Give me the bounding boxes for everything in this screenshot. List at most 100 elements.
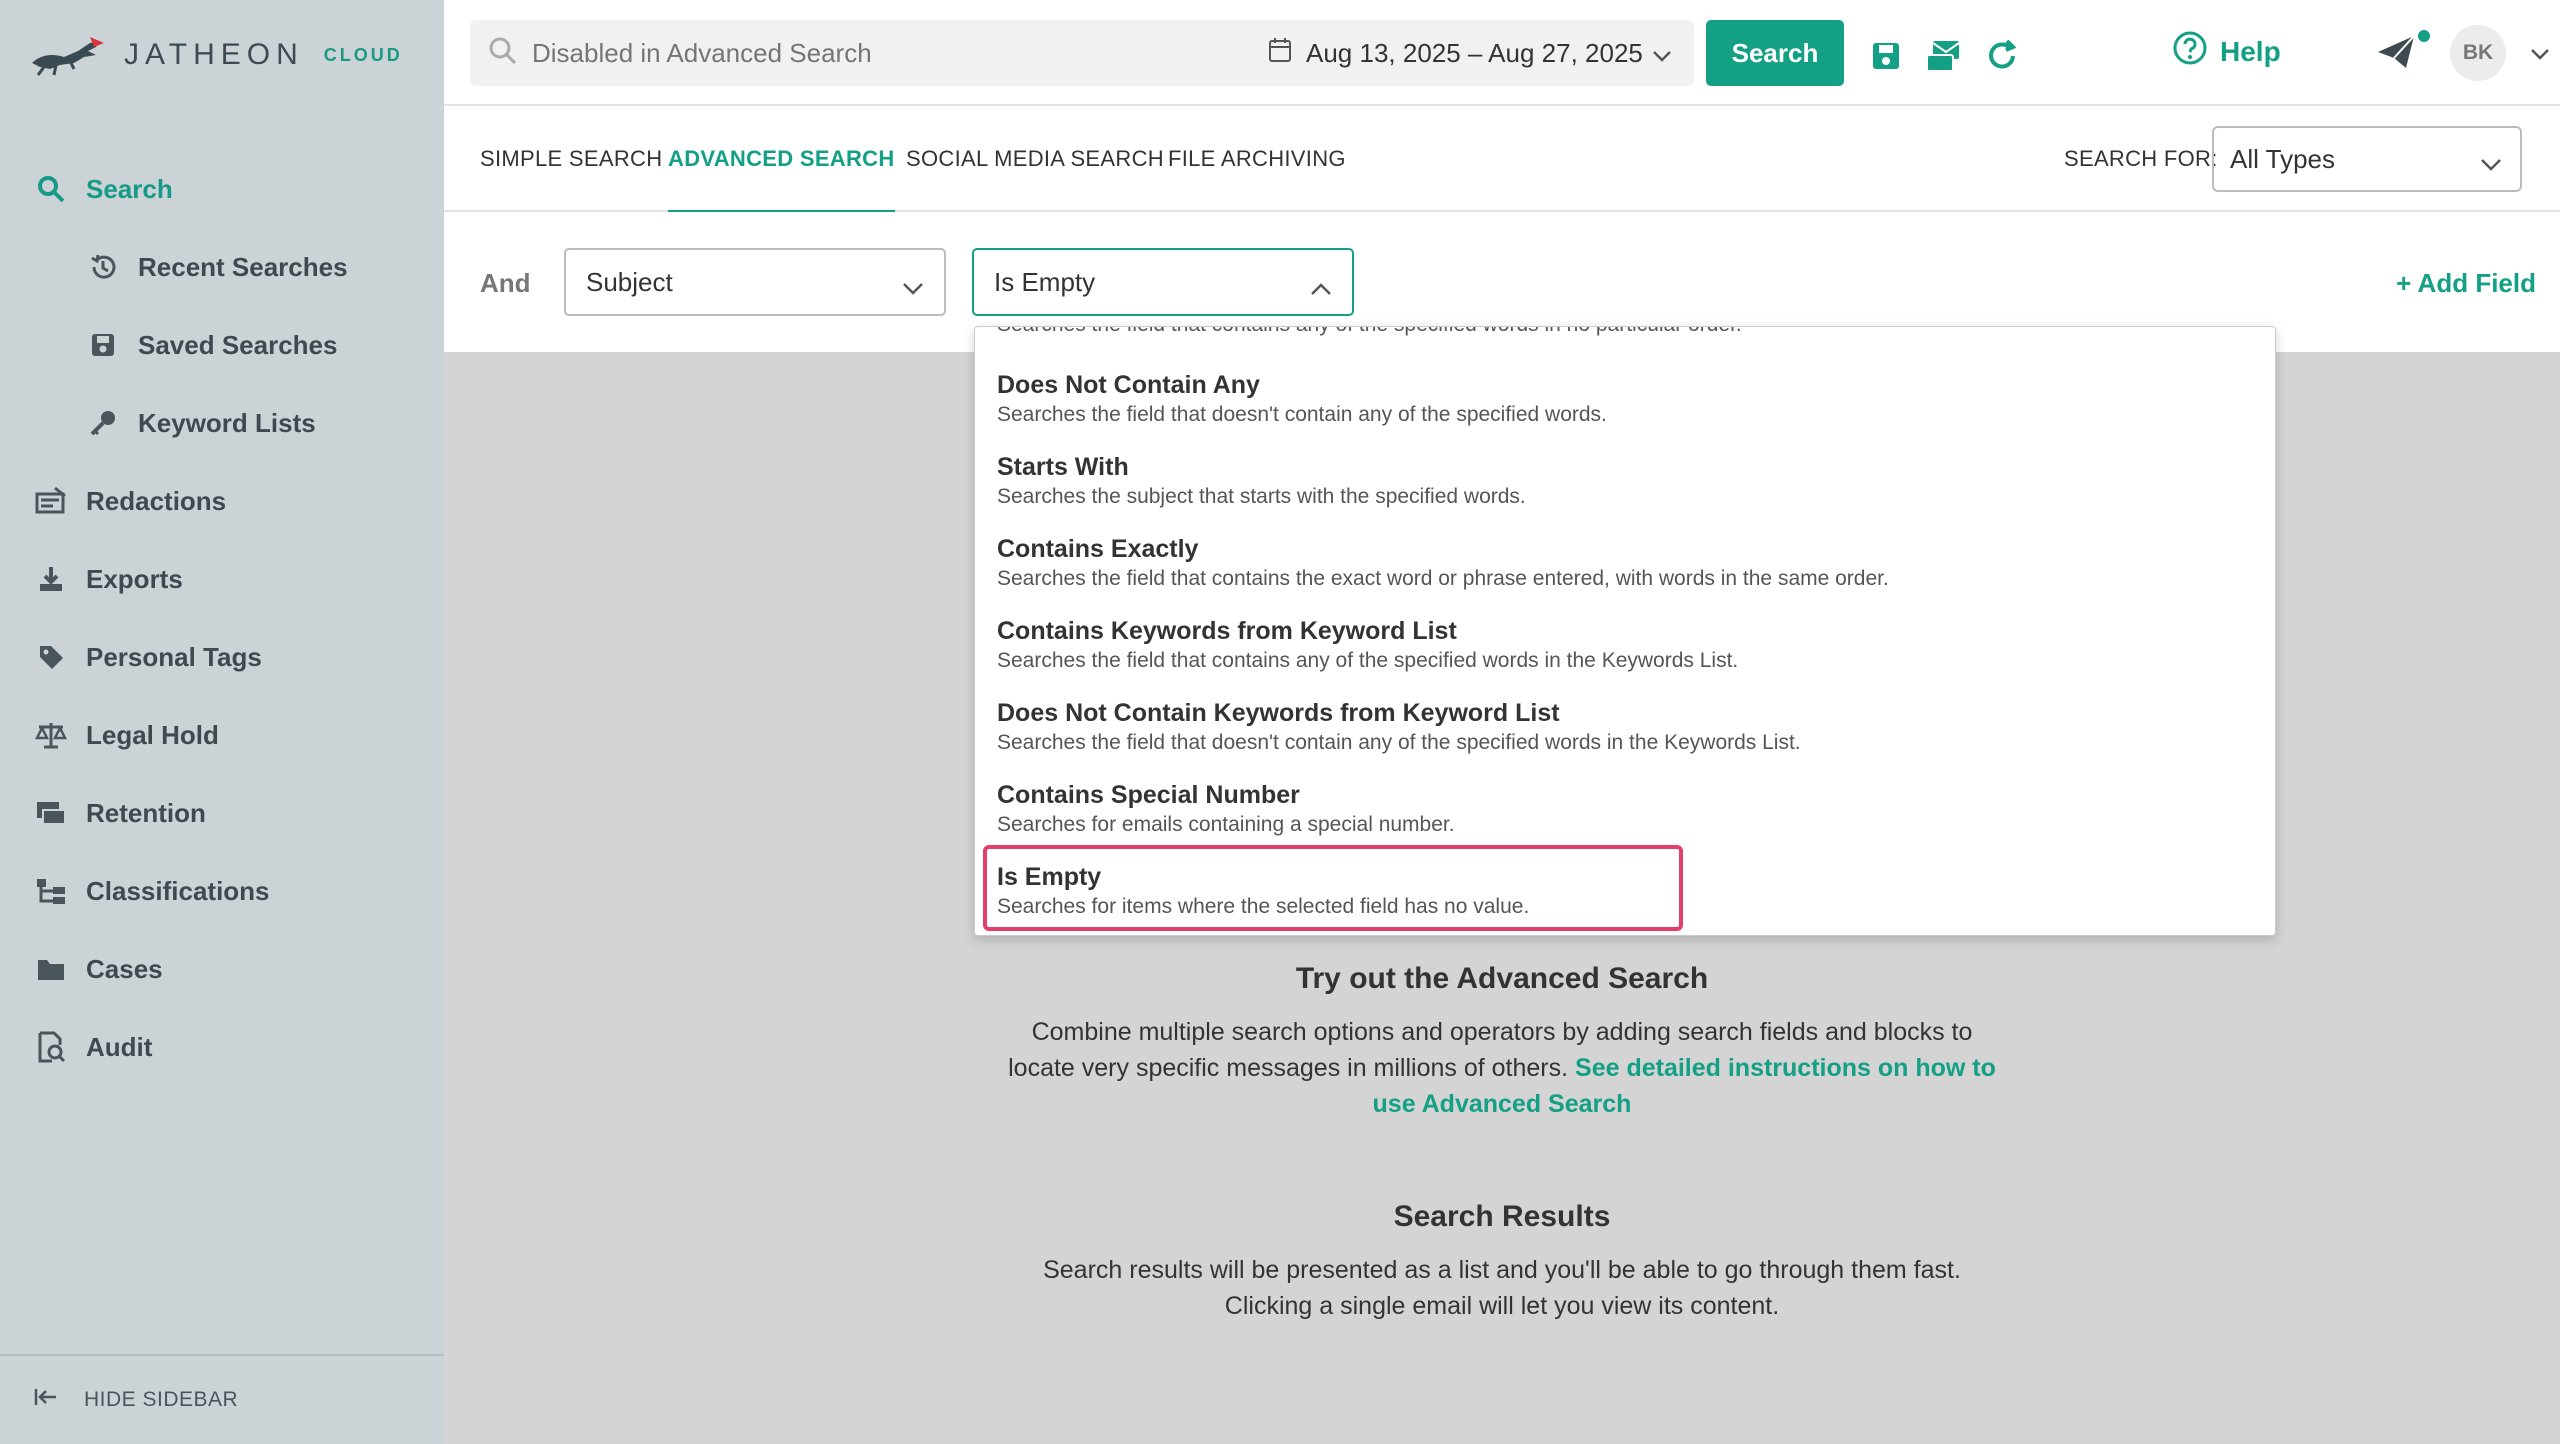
option-desc: Searches the field that doesn't contain … (997, 403, 1607, 426)
sidebar-item-label: Audit (86, 1031, 153, 1062)
sidebar-item-label: Saved Searches (138, 329, 338, 360)
tag-icon (34, 640, 68, 674)
save-icon (86, 328, 120, 362)
sidebar-item-cases[interactable]: Cases (0, 930, 444, 1008)
scale-icon (34, 718, 68, 752)
sidebar-item-recent-searches[interactable]: Recent Searches (0, 228, 444, 306)
sidebar-item-exports[interactable]: Exports (0, 540, 444, 618)
sidebar-item-search[interactable]: Search (0, 150, 444, 228)
option-title: Contains Special Number (997, 781, 1300, 809)
notification-dot (2418, 30, 2430, 42)
help-icon (2172, 30, 2208, 73)
avatar[interactable]: BK (2450, 25, 2506, 81)
add-field-button[interactable]: + Add Field (2396, 268, 2536, 299)
option-desc: Searches the field that doesn't contain … (997, 731, 1801, 754)
option-contains-exactly[interactable]: Contains Exactly Searches the field that… (997, 533, 2257, 615)
refresh-icon[interactable] (1982, 36, 2022, 76)
sidebar-item-legal-hold[interactable]: Legal Hold (0, 696, 444, 774)
collapse-left-icon (34, 1387, 58, 1413)
operator-select[interactable]: Is Empty (972, 248, 1354, 316)
option-title: Starts With (997, 453, 1129, 481)
operator-dropdown: Searches the field that contains any of … (974, 326, 2276, 936)
sidebar-item-label: Legal Hold (86, 719, 219, 750)
search-type-select[interactable]: All Types (2212, 126, 2522, 192)
sidebar-item-audit[interactable]: Audit (0, 1008, 444, 1086)
sidebar-item-label: Classifications (86, 875, 270, 906)
search-input (532, 37, 1232, 69)
tab-simple-search[interactable]: SIMPLE SEARCH (480, 106, 662, 212)
try-title: Try out the Advanced Search (1295, 962, 1709, 995)
sidebar-item-label: Search (86, 173, 173, 204)
chevron-down-icon (1652, 38, 1672, 69)
sidebar-item-saved-searches[interactable]: Saved Searches (0, 306, 444, 384)
send-icon[interactable] (2374, 30, 2418, 74)
sidebar-item-label: Redactions (86, 485, 227, 516)
sidebar-item-label: Recent Searches (138, 251, 348, 282)
field-select-value: Subject (586, 266, 673, 297)
retention-icon (34, 796, 68, 830)
chevron-down-icon[interactable] (2520, 34, 2560, 74)
field-select[interactable]: Subject (564, 248, 946, 316)
search-tabs: SIMPLE SEARCH ADVANCED SEARCH SOCIAL MED… (444, 106, 2560, 214)
sidebar-item-retention[interactable]: Retention (0, 774, 444, 852)
redaction-icon (34, 484, 68, 518)
chevron-down-icon (2480, 148, 2502, 179)
option-starts-with[interactable]: Starts With Searches the subject that st… (997, 451, 2257, 533)
key-icon (86, 406, 120, 440)
sidebar: JATHEON CLOUD Search Recent Searches Sav… (0, 0, 444, 1444)
sidebar-nav: Search Recent Searches Saved Searches Ke… (0, 150, 444, 1086)
option-desc: Searches for emails containing a special… (997, 813, 1455, 836)
date-range-value: Aug 13, 2025 – Aug 27, 2025 (1306, 37, 1643, 68)
selected-option-highlight (983, 845, 1683, 931)
option-desc: Searches the subject that starts with th… (997, 485, 1526, 508)
brand-name: JATHEON (124, 38, 304, 71)
sidebar-item-personal-tags[interactable]: Personal Tags (0, 618, 444, 696)
sidebar-item-label: Cases (86, 953, 163, 984)
dropdown-partial-option-desc: Searches the field that contains any of … (997, 327, 1742, 339)
option-title: Contains Exactly (997, 535, 1199, 563)
hide-sidebar-button[interactable]: HIDE SIDEBAR (0, 1354, 444, 1444)
option-title: Does Not Contain Any (997, 371, 1260, 399)
sidebar-item-label: Personal Tags (86, 641, 262, 672)
brand-sub: CLOUD (323, 44, 403, 65)
sidebar-item-label: Retention (86, 797, 206, 828)
option-does-not-contain-keywords-from-list[interactable]: Does Not Contain Keywords from Keyword L… (997, 697, 2257, 779)
search-for-label: SEARCH FOR: (2064, 146, 2218, 171)
conjunction-label: And (480, 268, 531, 298)
tab-advanced-search[interactable]: ADVANCED SEARCH (668, 106, 895, 214)
email-archive-icon[interactable] (1924, 36, 1964, 76)
chevron-down-icon (902, 272, 924, 303)
sidebar-item-keyword-lists[interactable]: Keyword Lists (0, 384, 444, 462)
search-results-panel: Search Results Search results will be pr… (1000, 1200, 2004, 1324)
search-type-value: All Types (2230, 143, 2336, 174)
option-desc: Searches the field that contains any of … (997, 649, 1739, 672)
tab-social-media-search[interactable]: SOCIAL MEDIA SEARCH (906, 106, 1164, 212)
sidebar-item-redactions[interactable]: Redactions (0, 462, 444, 540)
folder-icon (34, 952, 68, 986)
sidebar-item-classifications[interactable]: Classifications (0, 852, 444, 930)
download-icon (34, 562, 68, 596)
hide-sidebar-label: HIDE SIDEBAR (84, 1388, 239, 1411)
option-desc: Searches the field that contains the exa… (997, 567, 1889, 590)
option-title: Does Not Contain Keywords from Keyword L… (997, 699, 1560, 727)
search-icon (488, 36, 518, 71)
brand-logo[interactable]: JATHEON CLOUD (30, 30, 403, 80)
top-bar: Aug 13, 2025 – Aug 27, 2025 Search Help … (444, 0, 2560, 106)
sidebar-item-label: Exports (86, 563, 183, 594)
calendar-icon (1268, 37, 1292, 70)
tab-file-archiving[interactable]: FILE ARCHIVING (1168, 106, 1346, 212)
try-description: Combine multiple search options and oper… (1000, 1014, 2004, 1122)
help-label: Help (2220, 35, 2281, 67)
option-contains-keywords-from-list[interactable]: Contains Keywords from Keyword List Sear… (997, 615, 2257, 697)
date-range-picker[interactable]: Aug 13, 2025 – Aug 27, 2025 (1248, 20, 1694, 86)
audit-icon (34, 1030, 68, 1064)
history-icon (86, 250, 120, 284)
help-button[interactable]: Help (2172, 30, 2281, 73)
results-title: Search Results (1393, 1200, 1611, 1233)
option-does-not-contain-any[interactable]: Does Not Contain Any Searches the field … (997, 369, 2257, 451)
results-text: Search results will be presented as a li… (1043, 1256, 1961, 1320)
search-button[interactable]: Search (1706, 20, 1844, 86)
save-search-icon[interactable] (1866, 36, 1906, 76)
hierarchy-icon (34, 874, 68, 908)
global-search (470, 20, 1270, 86)
